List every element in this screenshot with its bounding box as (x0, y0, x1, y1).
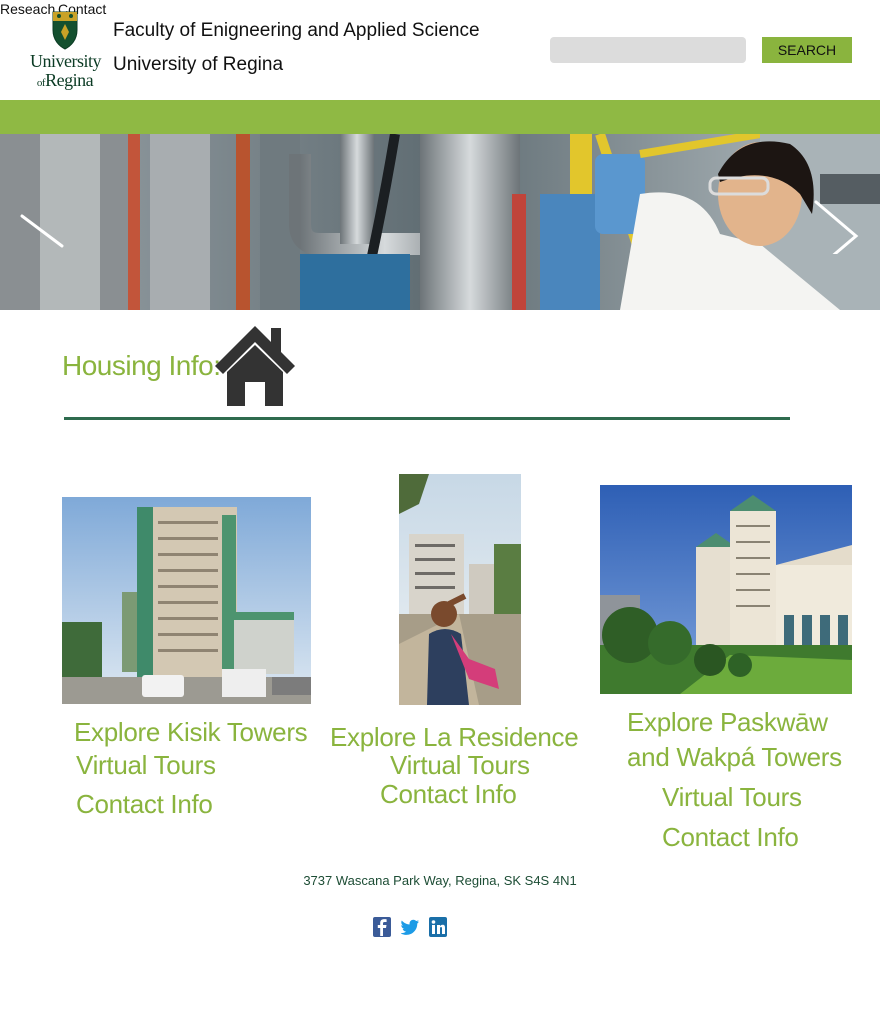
crest-icon (52, 11, 78, 50)
explore-paskwaw-link[interactable]: Explore Paskwāw (627, 707, 828, 737)
chevron-left-icon[interactable] (16, 194, 76, 254)
paskwaw-contact-info-link[interactable]: Contact Info (662, 822, 799, 852)
kisik-towers-photo[interactable] (62, 497, 311, 704)
la-residence-photo[interactable] (399, 474, 521, 705)
la-residence-virtual-tours-link[interactable]: Virtual Tours (390, 750, 530, 780)
search-input[interactable] (550, 37, 746, 63)
kisik-virtual-tours-link[interactable]: Virtual Tours (76, 750, 216, 780)
section-divider (64, 417, 790, 420)
search-button[interactable]: SEARCH (762, 37, 852, 63)
linkedin-icon[interactable] (429, 917, 447, 937)
hero-carousel[interactable] (0, 134, 880, 310)
hero-image (0, 134, 880, 310)
paskwaw-virtual-tours-link[interactable]: Virtual Tours (662, 782, 802, 812)
university-logo[interactable]: University ofRegina (30, 10, 102, 94)
university-name: University of Regina (113, 54, 284, 75)
paskwaw-wakpa-towers-photo[interactable] (600, 485, 852, 694)
logo-wordmark: University ofRegina (30, 51, 102, 90)
house-icon (215, 326, 295, 406)
explore-kisik-towers-link[interactable]: Explore Kisik Towers (74, 717, 308, 747)
faculty-name: Faculty of Enigneering and Applied Scien… (113, 20, 480, 41)
housing-info-label: Housing Info: (62, 350, 221, 381)
explore-la-residence-link[interactable]: Explore La Residence (330, 722, 579, 752)
twitter-icon[interactable] (401, 917, 420, 937)
nav-band (0, 100, 880, 134)
la-residence-contact-info-link[interactable]: Contact Info (380, 779, 517, 809)
footer-address: 3737 Wascana Park Way, Regina, SK S4S 4N… (303, 873, 577, 888)
chevron-right-icon[interactable] (806, 194, 866, 254)
kisik-contact-info-link[interactable]: Contact Info (76, 789, 213, 819)
explore-wakpa-towers-link[interactable]: and Wakpá Towers (627, 742, 842, 772)
facebook-icon[interactable] (373, 917, 391, 937)
